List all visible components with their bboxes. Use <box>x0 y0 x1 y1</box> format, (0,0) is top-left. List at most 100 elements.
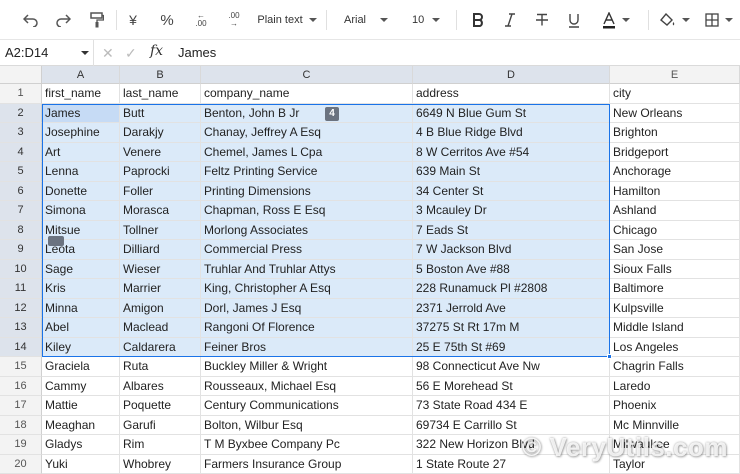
cell-b16[interactable]: Albares <box>120 376 201 396</box>
cell-c20[interactable]: Farmers Insurance Group <box>201 454 413 474</box>
cell-a18[interactable]: Meaghan <box>42 415 120 435</box>
confirm-edit-button[interactable]: ✓ <box>125 44 137 62</box>
cell-d15[interactable]: 98 Connecticut Ave Nw <box>413 357 610 377</box>
cell-b13[interactable]: Maclead <box>120 318 201 338</box>
row-header-9[interactable]: 9 <box>0 240 42 260</box>
cell-e1[interactable]: city <box>610 84 740 104</box>
row-header-17[interactable]: 17 <box>0 396 42 416</box>
cell-d13[interactable]: 37275 St Rt 17m M <box>413 318 610 338</box>
drag-move-icon[interactable] <box>48 236 64 246</box>
cell-e6[interactable]: Hamilton <box>610 181 740 201</box>
cell-c15[interactable]: Buckley Miller & Wright <box>201 357 413 377</box>
cell-c5[interactable]: Feltz Printing Service <box>201 162 413 182</box>
cell-c3[interactable]: Chanay, Jeffrey A Esq <box>201 123 413 143</box>
cell-d12[interactable]: 2371 Jerrold Ave <box>413 298 610 318</box>
row-header-6[interactable]: 6 <box>0 181 42 201</box>
currency-format-button[interactable]: ¥ <box>122 7 144 33</box>
cell-b10[interactable]: Wieser <box>120 259 201 279</box>
cell-d6[interactable]: 34 Center St <box>413 181 610 201</box>
row-header-11[interactable]: 11 <box>0 279 42 299</box>
cell-d16[interactable]: 56 E Morehead St <box>413 376 610 396</box>
cell-b15[interactable]: Ruta <box>120 357 201 377</box>
text-color-button[interactable] <box>596 7 636 33</box>
function-icon[interactable]: fx <box>150 43 163 59</box>
cell-e2[interactable]: New Orleans <box>610 103 740 123</box>
cell-d17[interactable]: 73 State Road 434 E <box>413 396 610 416</box>
row-header-15[interactable]: 15 <box>0 357 42 377</box>
row-header-7[interactable]: 7 <box>0 201 42 221</box>
cell-e13[interactable]: Middle Island <box>610 318 740 338</box>
bold-button[interactable] <box>466 7 490 33</box>
cell-c12[interactable]: Dorl, James J Esq <box>201 298 413 318</box>
cell-c7[interactable]: Chapman, Ross E Esq <box>201 201 413 221</box>
formula-input[interactable]: James <box>178 40 216 66</box>
cell-e12[interactable]: Kulpsville <box>610 298 740 318</box>
row-header-13[interactable]: 13 <box>0 318 42 338</box>
strikethrough-button[interactable] <box>530 7 554 33</box>
row-header-16[interactable]: 16 <box>0 376 42 396</box>
fill-color-button[interactable] <box>656 7 694 33</box>
cell-e7[interactable]: Ashland <box>610 201 740 221</box>
cell-d5[interactable]: 639 Main St <box>413 162 610 182</box>
row-header-18[interactable]: 18 <box>0 415 42 435</box>
cell-b4[interactable]: Venere <box>120 142 201 162</box>
percent-format-button[interactable]: % <box>155 7 179 33</box>
cell-e9[interactable]: San Jose <box>610 240 740 260</box>
number-format-dropdown[interactable]: Plain text <box>254 7 320 33</box>
row-header-12[interactable]: 12 <box>0 298 42 318</box>
cell-d2[interactable]: 6649 N Blue Gum St <box>413 103 610 123</box>
cell-b20[interactable]: Whobrey <box>120 454 201 474</box>
cell-b8[interactable]: Tollner <box>120 220 201 240</box>
cell-d7[interactable]: 3 Mcauley Dr <box>413 201 610 221</box>
cell-a5[interactable]: Lenna <box>42 162 120 182</box>
cell-c18[interactable]: Bolton, Wilbur Esq <box>201 415 413 435</box>
cell-d3[interactable]: 4 B Blue Ridge Blvd <box>413 123 610 143</box>
cell-e17[interactable]: Phoenix <box>610 396 740 416</box>
row-header-19[interactable]: 19 <box>0 435 42 455</box>
cell-a2[interactable]: James <box>42 103 120 123</box>
cell-b3[interactable]: Darakjy <box>120 123 201 143</box>
cell-d4[interactable]: 8 W Cerritos Ave #54 <box>413 142 610 162</box>
cell-a20[interactable]: Yuki <box>42 454 120 474</box>
font-size-dropdown[interactable]: 10 <box>412 7 452 33</box>
cell-b6[interactable]: Foller <box>120 181 201 201</box>
redo-button[interactable] <box>50 7 76 33</box>
row-header-8[interactable]: 8 <box>0 220 42 240</box>
cell-a7[interactable]: Simona <box>42 201 120 221</box>
cell-a17[interactable]: Mattie <box>42 396 120 416</box>
font-family-dropdown[interactable]: Arial <box>344 7 400 33</box>
column-header-c[interactable]: C <box>201 66 413 84</box>
cell-b5[interactable]: Paprocki <box>120 162 201 182</box>
cell-b9[interactable]: Dilliard <box>120 240 201 260</box>
column-header-d[interactable]: D <box>413 66 610 84</box>
cell-a15[interactable]: Graciela <box>42 357 120 377</box>
column-header-a[interactable]: A <box>42 66 120 84</box>
cell-e14[interactable]: Los Angeles <box>610 337 740 357</box>
cell-c9[interactable]: Commercial Press <box>201 240 413 260</box>
increase-decimal-button[interactable]: .00 → <box>222 7 246 33</box>
cell-a3[interactable]: Josephine <box>42 123 120 143</box>
cell-d10[interactable]: 5 Boston Ave #88 <box>413 259 610 279</box>
row-header-20[interactable]: 20 <box>0 454 42 474</box>
undo-button[interactable] <box>18 7 44 33</box>
cell-b11[interactable]: Marrier <box>120 279 201 299</box>
cancel-edit-button[interactable]: ✕ <box>102 44 114 62</box>
cell-c6[interactable]: Printing Dimensions <box>201 181 413 201</box>
underline-button[interactable] <box>562 7 586 33</box>
fill-handle[interactable] <box>607 354 612 359</box>
cell-a1[interactable]: first_name <box>42 84 120 104</box>
cell-e8[interactable]: Chicago <box>610 220 740 240</box>
cell-b18[interactable]: Garufi <box>120 415 201 435</box>
cell-c17[interactable]: Century Communications <box>201 396 413 416</box>
paint-format-button[interactable] <box>84 7 110 33</box>
row-header-4[interactable]: 4 <box>0 142 42 162</box>
cell-c1[interactable]: company_name <box>201 84 413 104</box>
cell-b12[interactable]: Amigon <box>120 298 201 318</box>
select-all-corner[interactable] <box>0 66 42 84</box>
cell-d8[interactable]: 7 Eads St <box>413 220 610 240</box>
cell-a13[interactable]: Abel <box>42 318 120 338</box>
cell-c16[interactable]: Rousseaux, Michael Esq <box>201 376 413 396</box>
italic-button[interactable] <box>498 7 522 33</box>
cell-c8[interactable]: Morlong Associates <box>201 220 413 240</box>
row-header-2[interactable]: 2 <box>0 103 42 123</box>
